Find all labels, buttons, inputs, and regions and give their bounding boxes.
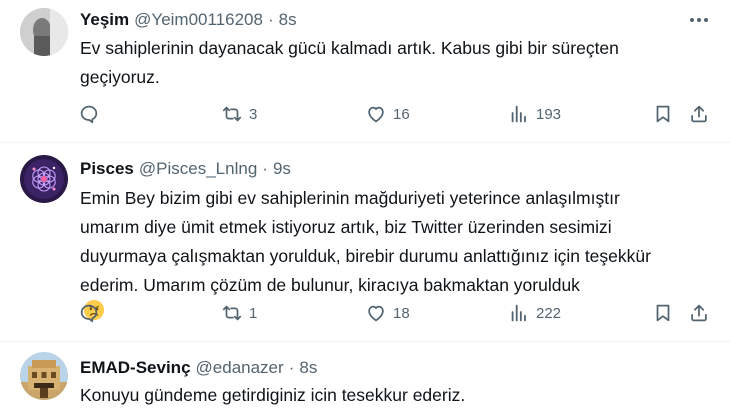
views-button[interactable]: 193 [508,102,561,126]
tweet-text-line: ederim. Umarım çözüm de bulunur, kiracıy… [80,275,580,295]
avatar[interactable] [20,352,68,400]
views-chart-icon [511,105,526,123]
share-button[interactable] [688,102,710,126]
display-name[interactable]: Yeşim [80,10,129,30]
tweet-actions: 3 16 193 [78,102,718,126]
bookmark-icon [656,304,670,322]
heart-icon [368,106,384,123]
view-count: 222 [536,304,562,322]
reply-button[interactable] [78,301,100,325]
tweet-text-line: Ev sahiplerinin dayanacak gücü kalmadı a… [80,38,619,58]
like-count: 16 [393,105,410,123]
bookmark-button[interactable] [652,102,674,126]
tweet-text-line: umarım diye ümit etmek istiyoruz artık, … [80,217,612,237]
share-icon [691,304,707,322]
reply-button[interactable] [78,102,100,126]
like-button[interactable]: 16 [365,102,410,126]
share-button[interactable] [688,301,710,325]
separator: · [288,358,295,377]
user-handle[interactable]: @Yeim00116208 [134,10,263,30]
view-count: 193 [536,105,562,123]
avatar[interactable] [20,155,68,203]
bookmark-button[interactable] [652,301,674,325]
tweet-pisces[interactable]: Pisces @Pisces_Lnlng · 9s Emin Bey bizim… [0,143,730,341]
tweet-header: Pisces @Pisces_Lnlng · 9s [80,158,291,180]
tweet-header: EMAD-Sevinç @edanazer · 8s [80,357,317,379]
tweet-text: Konuyu gündeme getirdiginiz icin tesekku… [80,381,700,410]
like-count: 18 [393,304,410,322]
timestamp[interactable]: 8s [279,10,297,30]
separator: · [262,159,268,178]
tweet-text: Ev sahiplerinin dayanacak gücü kalmadı a… [80,34,700,92]
tweet-text-line: geçiyoruz. [80,67,160,87]
tweet-emad-sevinc[interactable]: EMAD-Sevinç @edanazer · 8s Konuyu gündem… [0,342,730,420]
retweet-count: 3 [249,105,258,123]
retweet-count: 1 [249,304,258,322]
tweet-text-line: Emin Bey bizim gibi ev sahiplerinin mağd… [80,188,620,208]
reply-icon [80,304,98,323]
tweet-text-line: Konuyu gündeme getirdiginiz icin tesekku… [80,385,466,405]
views-chart-icon [511,304,526,322]
reply-icon [80,105,98,124]
tweet-header: Yeşim @Yeim00116208 · 8s [80,9,297,31]
user-handle[interactable]: @Pisces_Lnlng [139,159,257,179]
timestamp[interactable]: 9s [273,159,291,179]
timestamp[interactable]: 8s [299,358,317,378]
tweet-text-line: duyurmaya çalışmaktan yorulduk, birebir … [80,246,651,266]
display-name[interactable]: EMAD-Sevinç [80,358,191,378]
like-button[interactable]: 18 [365,301,410,325]
retweet-icon [222,305,242,321]
retweet-button[interactable]: 3 [221,102,257,126]
bookmark-icon [656,105,670,123]
more-icon[interactable] [686,9,712,31]
avatar[interactable] [20,8,68,56]
retweet-icon [222,106,242,122]
separator: · [267,10,274,29]
share-icon [691,105,707,123]
user-handle[interactable]: @edanazer [196,358,284,378]
display-name[interactable]: Pisces [80,159,134,179]
tweet-actions: 1 18 222 [78,301,718,325]
tweet-yesim[interactable]: Yeşim @Yeim00116208 · 8s Ev sahiplerinin… [0,0,730,142]
tweet-text: Emin Bey bizim gibi ev sahiplerinin mağd… [80,184,700,320]
views-button[interactable]: 222 [508,301,561,325]
retweet-button[interactable]: 1 [221,301,257,325]
heart-icon [368,305,384,322]
